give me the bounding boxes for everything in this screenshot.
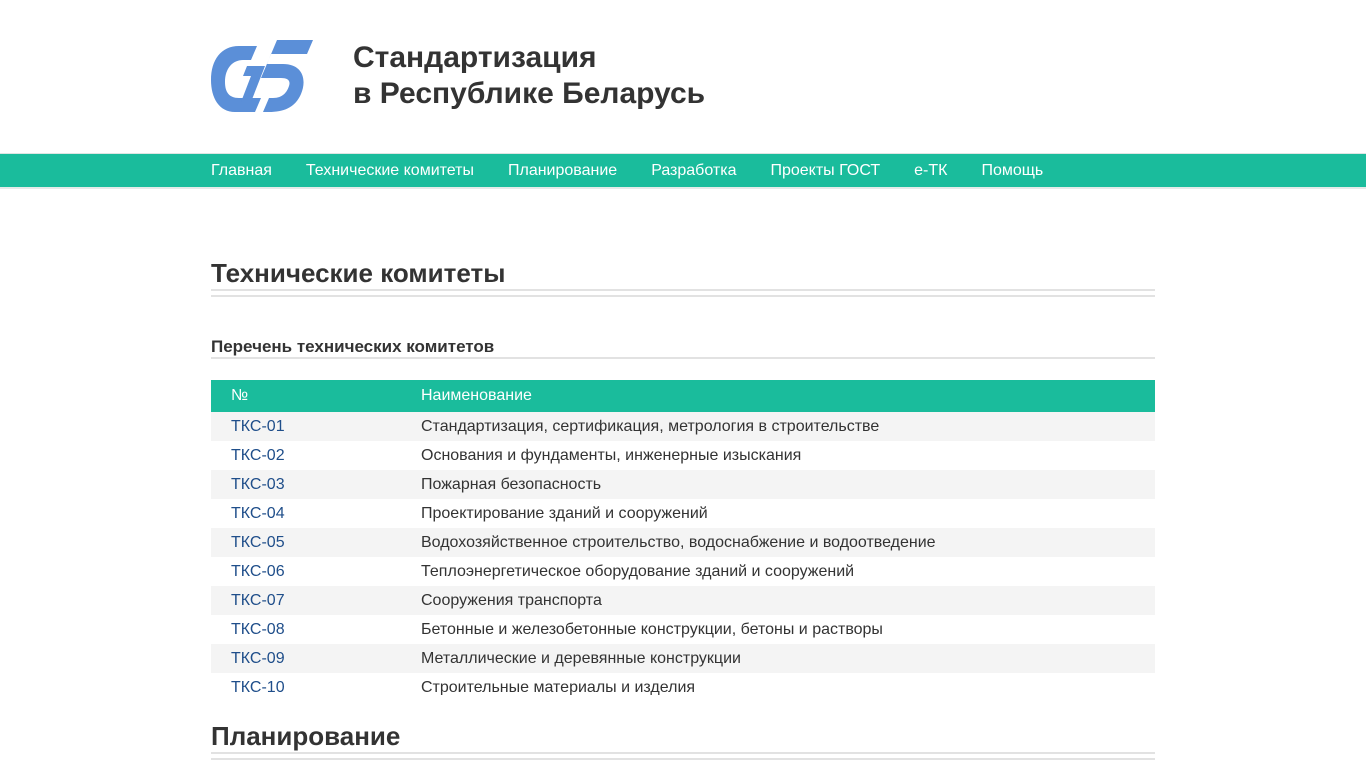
- site-header: Стандартизация в Республике Беларусь: [0, 0, 1366, 153]
- section-title-committees: Технические комитеты: [211, 258, 506, 288]
- committees-list-subheading: Перечень технических комитетов: [211, 337, 495, 356]
- committee-code-link[interactable]: ТКС-07: [231, 592, 285, 609]
- committee-name: Металлические и деревянные конструкции: [421, 649, 741, 667]
- table-row: ТКС-09 Металлические и деревянные констр…: [211, 644, 1155, 673]
- committee-name: Проектирование зданий и сооружений: [421, 504, 708, 522]
- committee-code-link[interactable]: ТКС-02: [231, 447, 285, 464]
- committee-code-link[interactable]: ТКС-08: [231, 621, 285, 638]
- heading-divider: [211, 295, 1155, 297]
- committee-code-link[interactable]: ТКС-09: [231, 650, 285, 667]
- table-row: ТКС-07 Сооружения транспорта: [211, 586, 1155, 615]
- table-header-row: № Наименование: [211, 380, 1155, 412]
- table-row: ТКС-06 Теплоэнергетическое оборудование …: [211, 557, 1155, 586]
- heading-divider: [211, 289, 1155, 291]
- nav-item-home[interactable]: Главная: [211, 162, 272, 180]
- nav-item-e-tk[interactable]: e-ТК: [914, 162, 947, 180]
- table-row: ТКС-10 Строительные материалы и изделия: [211, 673, 1155, 695]
- stb-logo-icon[interactable]: [211, 40, 313, 112]
- nav-list: Главная Технические комитеты Планировани…: [211, 154, 1077, 187]
- site-title-line1: Стандартизация: [353, 41, 597, 74]
- committee-name: Стандартизация, сертификация, метрология…: [421, 417, 880, 435]
- site-title: Стандартизация в Республике Беларусь: [353, 40, 705, 112]
- column-header-number: №: [231, 387, 249, 404]
- table-row: ТКС-02 Основания и фундаменты, инженерны…: [211, 441, 1155, 470]
- committee-code-link[interactable]: ТКС-04: [231, 505, 285, 522]
- nav-item-gost-projects[interactable]: Проекты ГОСТ: [770, 162, 880, 180]
- committee-code-link[interactable]: ТКС-10: [231, 679, 285, 696]
- committee-name: Основания и фундаменты, инженерные изыск…: [421, 446, 802, 464]
- committees-table-container[interactable]: № Наименование ТКС-01 Стандартизация, се…: [211, 380, 1155, 695]
- committee-name: Пожарная безопасность: [421, 475, 602, 493]
- table-row: ТКС-01 Стандартизация, сертификация, мет…: [211, 412, 1155, 441]
- heading-divider: [211, 758, 1155, 760]
- nav-item-technical-committees[interactable]: Технические комитеты: [306, 162, 474, 180]
- committee-name: Сооружения транспорта: [421, 591, 602, 609]
- committee-name: Теплоэнергетическое оборудование зданий …: [421, 562, 855, 580]
- table-row: ТКС-03 Пожарная безопасность: [211, 470, 1155, 499]
- heading-divider: [211, 752, 1155, 754]
- committee-code-link[interactable]: ТКС-01: [231, 418, 285, 435]
- nav-item-help[interactable]: Помощь: [981, 162, 1043, 180]
- committee-name: Бетонные и железобетонные конструкции, б…: [421, 620, 883, 638]
- committees-table: № Наименование ТКС-01 Стандартизация, се…: [211, 380, 1155, 695]
- section-title-planning: Планирование: [211, 721, 401, 751]
- committee-code-link[interactable]: ТКС-06: [231, 563, 285, 580]
- committee-code-link[interactable]: ТКС-05: [231, 534, 285, 551]
- table-row: ТКС-04 Проектирование зданий и сооружени…: [211, 499, 1155, 528]
- column-header-name: Наименование: [421, 387, 532, 404]
- table-row: ТКС-05 Водохозяйственное строительство, …: [211, 528, 1155, 557]
- subheading-divider: [211, 357, 1155, 359]
- site-title-line2: в Республике Беларусь: [353, 77, 706, 110]
- nav-item-planning[interactable]: Планирование: [508, 162, 617, 180]
- main-nav: Главная Технические комитеты Планировани…: [0, 153, 1366, 189]
- committee-name: Водохозяйственное строительство, водосна…: [421, 533, 936, 551]
- committee-code-link[interactable]: ТКС-03: [231, 476, 285, 493]
- nav-item-development[interactable]: Разработка: [651, 162, 736, 180]
- table-row: ТКС-08 Бетонные и железобетонные констру…: [211, 615, 1155, 644]
- committee-name: Строительные материалы и изделия: [421, 678, 696, 696]
